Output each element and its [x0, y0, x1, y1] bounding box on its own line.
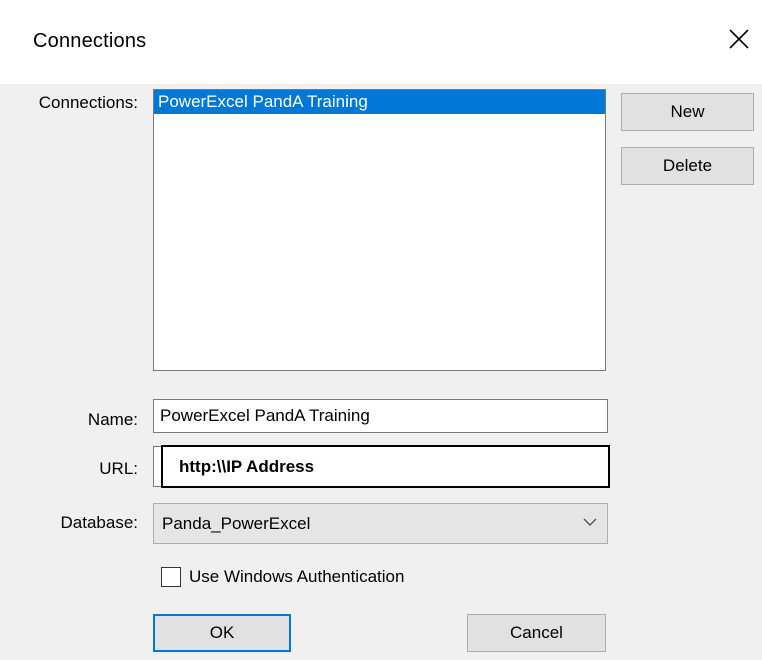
dialog-body: Connections: PowerExcel PandA Training N…	[0, 84, 762, 660]
url-label: URL:	[99, 459, 138, 478]
delete-button[interactable]: Delete	[621, 147, 754, 185]
windows-auth-checkbox[interactable]	[161, 567, 181, 587]
name-field[interactable]: PowerExcel PandA Training	[153, 399, 608, 433]
title-bar: Connections	[0, 0, 762, 84]
connections-dialog: Connections Connections: PowerExcel Pand…	[0, 0, 762, 660]
windows-auth-label: Use Windows Authentication	[189, 567, 405, 586]
list-item[interactable]: PowerExcel PandA Training	[154, 90, 605, 114]
database-select[interactable]: Panda_PowerExcel	[153, 503, 608, 544]
database-label: Database:	[60, 513, 139, 532]
windows-auth-checkbox-row[interactable]: Use Windows Authentication	[161, 564, 404, 590]
chevron-down-icon	[583, 518, 597, 526]
connections-label: Connections:	[38, 93, 138, 112]
cancel-button[interactable]: Cancel	[467, 614, 606, 652]
connections-list[interactable]: PowerExcel PandA Training	[153, 89, 606, 371]
close-button[interactable]	[716, 18, 762, 62]
window-title: Connections	[33, 30, 147, 52]
new-button[interactable]: New	[621, 93, 754, 131]
database-selected-value: Panda_PowerExcel	[162, 514, 311, 533]
name-label: Name:	[87, 410, 138, 429]
ok-button[interactable]: OK	[153, 614, 291, 652]
close-icon	[729, 29, 749, 49]
url-field[interactable]: http:\\IP Address	[161, 445, 610, 488]
